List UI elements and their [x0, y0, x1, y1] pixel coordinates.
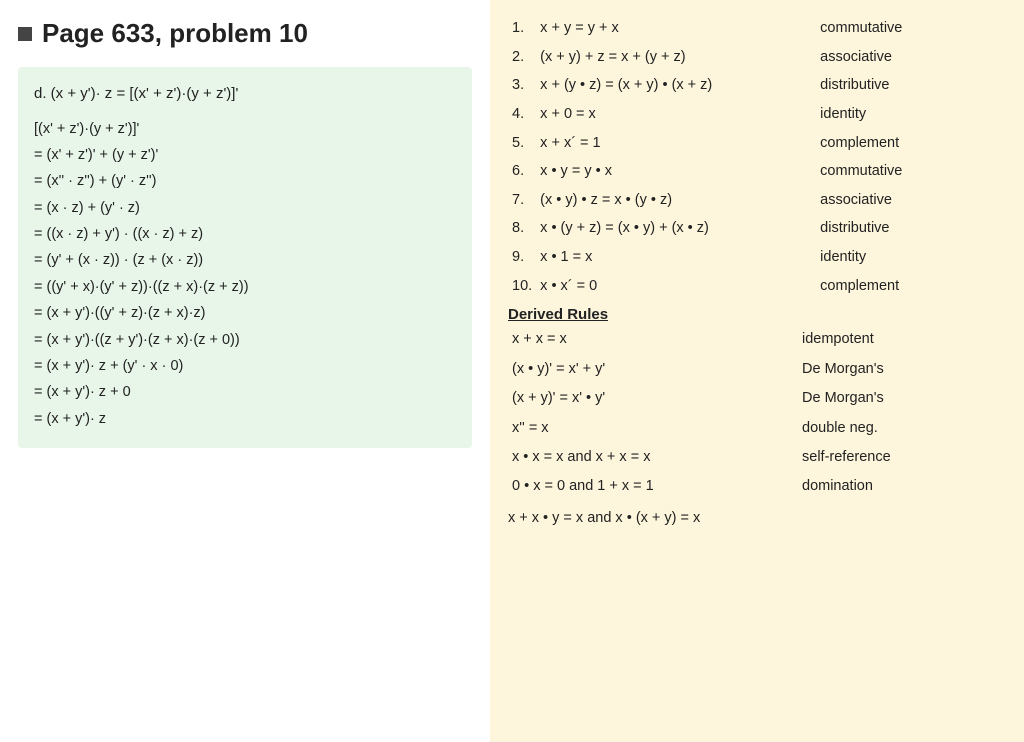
- derived-row-5: x • x = x and x + x = x self-reference: [508, 443, 1006, 472]
- derived-rules-table: x + x = x idempotent (x • y)' = x' + y' …: [508, 325, 1006, 501]
- derived-header: Derived Rules: [508, 306, 1006, 323]
- rule-expr: x • 1 = x: [536, 243, 816, 272]
- derived-row-1: x + x = x idempotent: [508, 325, 1006, 354]
- rule-num: 2.: [508, 43, 536, 72]
- rule-row-4: 4. x + 0 = x identity: [508, 100, 1006, 129]
- rule-row-3: 3. x + (y • z) = (x + y) • (x + z) distr…: [508, 71, 1006, 100]
- step-7: = ((y' + x)·(y' + z))·((z + x)·(z + z)): [34, 275, 456, 300]
- bottom-rule: x + x • y = x and x • (x + y) = x: [508, 506, 1006, 531]
- rule-num: 3.: [508, 71, 536, 100]
- rule-num: 5.: [508, 129, 536, 158]
- step-3: = (x'' · z'') + (y' · z''): [34, 169, 456, 194]
- derived-expr: (x + y)' = x' • y': [508, 384, 798, 413]
- solution-box: d. (x + y')· z = [(x' + z')·(y + z')]' […: [18, 67, 472, 448]
- rule-expr: x + x´ = 1: [536, 129, 816, 158]
- rule-expr: x + (y • z) = (x + y) • (x + z): [536, 71, 816, 100]
- step-12: = (x + y')· z: [34, 407, 456, 432]
- rule-expr: (x + y) + z = x + (y + z): [536, 43, 816, 72]
- step-11: = (x + y')· z + 0: [34, 380, 456, 405]
- rule-name: commutative: [816, 14, 1006, 43]
- step-10: = (x + y')· z + (y' · x · 0): [34, 354, 456, 379]
- rule-row-10: 10. x • x´ = 0 complement: [508, 272, 1006, 301]
- rule-row-5: 5. x + x´ = 1 complement: [508, 129, 1006, 158]
- rule-name: associative: [816, 186, 1006, 215]
- derived-row-3: (x + y)' = x' • y' De Morgan's: [508, 384, 1006, 413]
- rule-num: 6.: [508, 157, 536, 186]
- rule-name: identity: [816, 243, 1006, 272]
- rule-expr: x • (y + z) = (x • y) + (x • z): [536, 214, 816, 243]
- derived-name: self-reference: [798, 443, 1006, 472]
- rule-name: complement: [816, 272, 1006, 301]
- derived-name: domination: [798, 472, 1006, 501]
- step-4: = (x · z) + (y' · z): [34, 196, 456, 221]
- rule-row-8: 8. x • (y + z) = (x • y) + (x • z) distr…: [508, 214, 1006, 243]
- rule-name: distributive: [816, 214, 1006, 243]
- derived-expr: (x • y)' = x' + y': [508, 355, 798, 384]
- page-title-row: Page 633, problem 10: [18, 18, 472, 49]
- rule-expr: x • y = y • x: [536, 157, 816, 186]
- left-panel: Page 633, problem 10 d. (x + y')· z = [(…: [0, 0, 490, 742]
- step-6: = (y' + (x · z)) · (z + (x · z)): [34, 248, 456, 273]
- rule-name: identity: [816, 100, 1006, 129]
- page-title: Page 633, problem 10: [42, 18, 308, 49]
- problem-statement: d. (x + y')· z = [(x' + z')·(y + z')]': [34, 81, 456, 107]
- rule-name: complement: [816, 129, 1006, 158]
- title-bullet: [18, 27, 32, 41]
- rule-num: 7.: [508, 186, 536, 215]
- step-1: [(x' + z')·(y + z')]': [34, 117, 456, 142]
- derived-row-6: 0 • x = 0 and 1 + x = 1 domination: [508, 472, 1006, 501]
- rule-expr: x + y = y + x: [536, 14, 816, 43]
- numbered-rules-table: 1. x + y = y + x commutative 2. (x + y) …: [508, 14, 1006, 300]
- right-panel: 1. x + y = y + x commutative 2. (x + y) …: [490, 0, 1024, 742]
- steps-container: [(x' + z')·(y + z')]'= (x' + z')' + (y +…: [34, 117, 456, 433]
- rule-row-6: 6. x • y = y • x commutative: [508, 157, 1006, 186]
- rule-expr: (x • y) • z = x • (y • z): [536, 186, 816, 215]
- derived-name: idempotent: [798, 325, 1006, 354]
- derived-row-4: x'' = x double neg.: [508, 414, 1006, 443]
- step-8: = (x + y')·((y' + z)·(z + x)·z): [34, 301, 456, 326]
- rule-row-2: 2. (x + y) + z = x + (y + z) associative: [508, 43, 1006, 72]
- rule-expr: x • x´ = 0: [536, 272, 816, 301]
- derived-name: De Morgan's: [798, 355, 1006, 384]
- rule-num: 10.: [508, 272, 536, 301]
- step-9: = (x + y')·((z + y')·(z + x)·(z + 0)): [34, 328, 456, 353]
- rule-row-1: 1. x + y = y + x commutative: [508, 14, 1006, 43]
- step-2: = (x' + z')' + (y + z')': [34, 143, 456, 168]
- derived-row-2: (x • y)' = x' + y' De Morgan's: [508, 355, 1006, 384]
- rule-num: 1.: [508, 14, 536, 43]
- rule-name: associative: [816, 43, 1006, 72]
- rule-num: 8.: [508, 214, 536, 243]
- derived-expr: x'' = x: [508, 414, 798, 443]
- rule-num: 4.: [508, 100, 536, 129]
- derived-expr: x • x = x and x + x = x: [508, 443, 798, 472]
- rule-name: commutative: [816, 157, 1006, 186]
- rule-expr: x + 0 = x: [536, 100, 816, 129]
- derived-name: De Morgan's: [798, 384, 1006, 413]
- derived-name: double neg.: [798, 414, 1006, 443]
- step-5: = ((x · z) + y') · ((x · z) + z): [34, 222, 456, 247]
- derived-expr: x + x = x: [508, 325, 798, 354]
- rule-row-7: 7. (x • y) • z = x • (y • z) associative: [508, 186, 1006, 215]
- rule-name: distributive: [816, 71, 1006, 100]
- rule-row-9: 9. x • 1 = x identity: [508, 243, 1006, 272]
- rule-num: 9.: [508, 243, 536, 272]
- derived-expr: 0 • x = 0 and 1 + x = 1: [508, 472, 798, 501]
